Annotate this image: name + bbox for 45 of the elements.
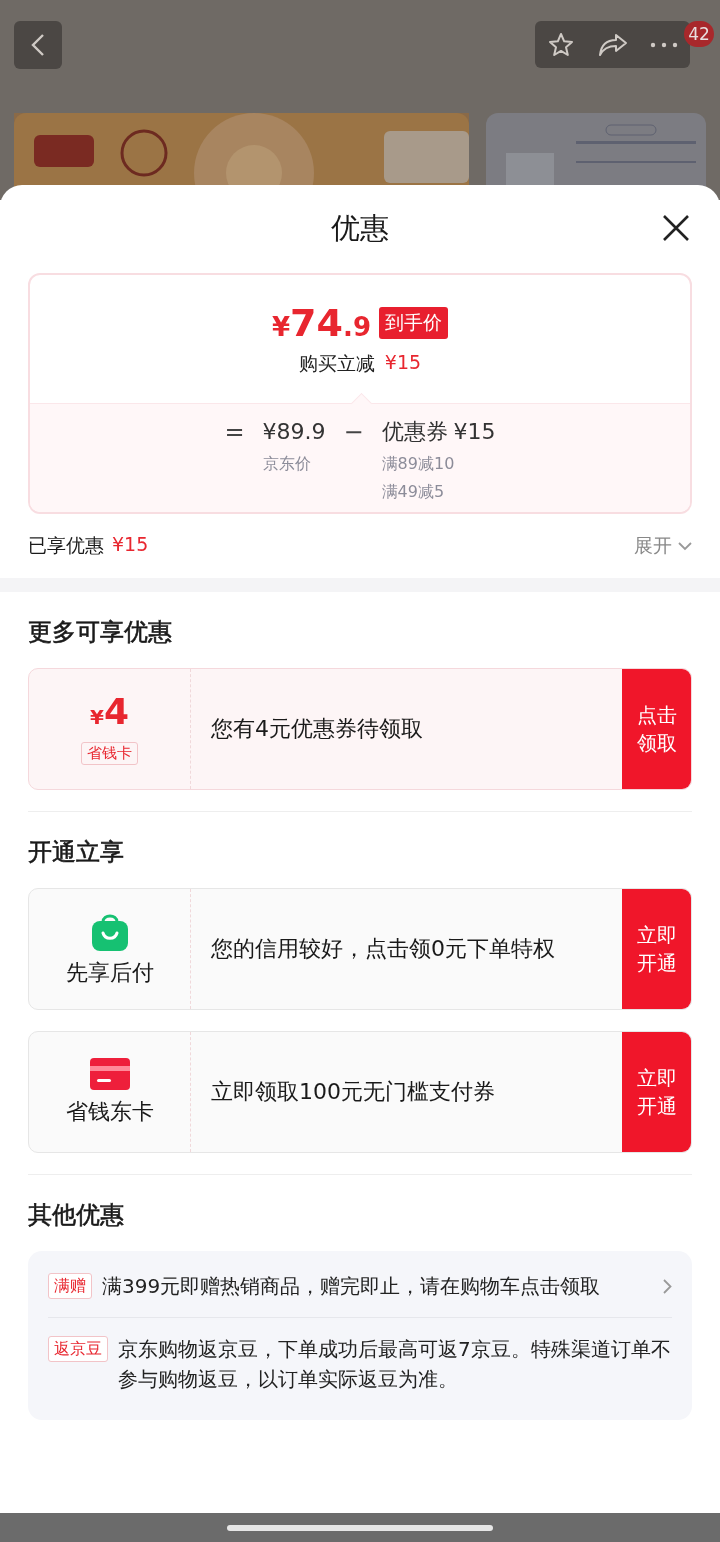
home-indicator[interactable] [227,1524,493,1531]
sheet-title: 优惠 [331,210,389,247]
offer-label: 省钱东卡 [65,1098,154,1126]
offer-label: 先享后付 [65,959,154,987]
more-icon [650,41,679,48]
expand-button[interactable]: 展开 [634,533,692,559]
enjoyed-label: 已享优惠 [28,533,104,558]
price-tag: 到手价 [378,307,448,339]
offer-text: 您的信用较好，点击领0元下单特权 [210,935,556,963]
star-icon [546,30,575,59]
back-button[interactable] [14,21,62,69]
section-heading: 更多可享优惠 [28,617,173,648]
share-icon [597,31,628,58]
notification-badge: 42 [684,21,714,47]
section-heading: 其他优惠 [28,1200,125,1231]
chevron-right-icon[interactable] [663,1279,672,1294]
section-heading: 开通立享 [28,837,125,868]
coupon-value: ¥15 [453,418,496,446]
chevron-down-icon [678,541,692,551]
final-price: ¥74.9 [272,301,371,345]
close-button[interactable] [662,214,690,242]
base-price: ¥89.9 [262,418,326,446]
offer-tag: 返京豆 [48,1336,108,1362]
coupon-text: 您有4元优惠券待领取 [210,715,424,743]
minus-sign: − [343,417,364,448]
offer-text: 立即领取100元无门槛支付券 [210,1078,496,1106]
offer-description: 满399元即赠热销商品，赠完即止，请在购物车点击领取 [102,1273,602,1300]
coupon-amount: ¥4 [90,693,129,734]
offer-description: 京东购物返京豆，下单成功后最高可返7京豆。特殊渠道订单不参与购物返豆，以订单实际返豆为准。 [118,1336,672,1393]
coupon-tag: 省钱卡 [81,742,138,765]
activate-button[interactable]: 立即开通 [622,889,691,1009]
close-icon [662,214,690,242]
coupon-label: 优惠券 [381,418,448,446]
discount-value: ¥15 [384,351,422,375]
coupon-rule: 满49减5 [381,481,446,503]
enjoyed-value: ¥15 [112,533,149,557]
equals-sign: = [224,417,245,448]
activate-button[interactable]: 立即开通 [622,1032,691,1152]
card-icon [88,1057,131,1091]
offer-tag: 满赠 [48,1273,92,1299]
base-price-label: 京东价 [262,453,312,475]
back-icon [31,33,45,57]
claim-button[interactable]: 点击领取 [622,669,691,789]
discount-label: 购买立减 [298,351,375,376]
coupon-rule: 满89减10 [381,453,456,475]
